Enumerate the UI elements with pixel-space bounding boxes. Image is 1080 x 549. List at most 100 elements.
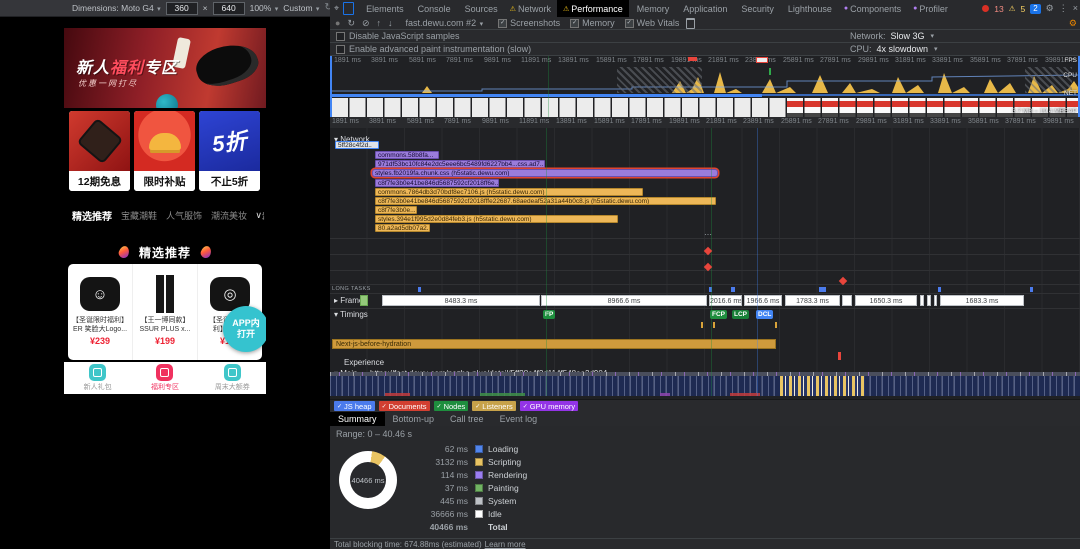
reload-record-icon[interactable]: ↻ (347, 19, 355, 28)
trash-icon[interactable] (686, 18, 695, 29)
checkbox-icon: ✓ (475, 403, 480, 410)
promo-banner[interactable]: 新人福利专区 优惠一网打尽 (64, 28, 266, 108)
paint-instrumentation-checkbox[interactable] (336, 45, 345, 54)
device-toggle-icon[interactable] (343, 2, 354, 15)
counter-chip[interactable]: ✓ Nodes (434, 401, 469, 411)
category-tab-active[interactable]: 精选推荐 (72, 208, 112, 223)
bottom-nav-item[interactable]: 福利专区 (131, 362, 198, 394)
promo-card[interactable]: 5折 不止5折 (199, 111, 260, 191)
network-request-bar[interactable]: c8f7fe3b0e41be846d5687592cf2018ff6e... (375, 179, 499, 187)
learn-more-link[interactable]: Learn more (485, 540, 526, 549)
timing-badge[interactable]: DCL (756, 310, 773, 319)
frame-segment[interactable]: 2016.6 ms (709, 295, 742, 306)
timing-badge[interactable]: FCP (710, 310, 727, 319)
capture-checkboxes: ✓ Screenshots ✓ Memory ✓ Web Vitals (498, 18, 679, 28)
record-icon[interactable]: ● (335, 19, 340, 28)
timings-track-header[interactable]: ▾ Timings (334, 310, 368, 319)
promo-card[interactable]: 限时补贴 (134, 111, 195, 191)
devtools-tab[interactable]: Elements (358, 0, 410, 17)
frame-segment[interactable]: 1783.3 ms (785, 295, 840, 306)
timeline-tracks[interactable]: ▾ Network 5ff28c4f2d..commons.58b8fa...9… (330, 128, 1080, 396)
network-request-bar[interactable]: commons.7864db3d70bdf8ec7106.js (h5stati… (375, 188, 643, 196)
capture-checkbox[interactable]: ✓ Screenshots (498, 18, 560, 28)
frame-segment[interactable]: 8966.6 ms (541, 295, 707, 306)
frame-segment[interactable]: 8483.3 ms (382, 295, 540, 306)
category-tab[interactable]: 宝藏潮鞋 (121, 209, 157, 222)
issues-badge[interactable]: 2 (1030, 4, 1040, 14)
disable-js-label: Disable JavaScript samples (349, 31, 460, 41)
throttle-select[interactable]: Custom ▾ (283, 3, 319, 13)
error-count[interactable]: 13 (994, 4, 1003, 14)
network-request-bar[interactable]: styles.394e1f995d2e0d84feb3.js (h5static… (375, 215, 618, 223)
details-tab[interactable]: Summary (330, 412, 385, 426)
product-item[interactable]: ☺ 【圣诞限时福利】 ER 笑脸大Logo... ¥239 (68, 264, 133, 360)
counter-chip[interactable]: ✓ Documents (379, 401, 430, 411)
frame-segment[interactable] (842, 295, 852, 306)
screenshot-filmstrip[interactable] (332, 98, 1080, 117)
hydration-timing-bar[interactable]: Next-js-before-hydration (332, 339, 776, 349)
save-profile-icon[interactable]: ↓ (388, 19, 393, 28)
timeline-overview[interactable]: 1891 ms3891 ms5891 ms7891 ms9891 ms11891… (330, 56, 1080, 117)
devtools-tab[interactable]: ⚠ Performance (557, 0, 629, 17)
load-profile-icon[interactable]: ↑ (377, 19, 382, 28)
devtools-tab[interactable]: Security (733, 0, 780, 17)
devtools-tab[interactable]: ● Components (838, 0, 907, 17)
close-icon[interactable]: × (1073, 4, 1078, 13)
devtools-tab[interactable]: ⚠ Network (504, 0, 557, 17)
frame-segment[interactable] (934, 295, 937, 306)
profile-select[interactable]: fast.dewu.com #2 ▾ (406, 18, 484, 28)
summary-pane: Range: 0 – 40.46 s 40466 ms 62 ms Loadin… (330, 426, 1080, 538)
bottom-nav-item[interactable]: 周末大额券 (199, 362, 266, 394)
frame-segment[interactable]: 1650.3 ms (855, 295, 917, 306)
settings-gear-icon[interactable]: ⚙ (1046, 4, 1054, 13)
frame-segment[interactable] (360, 295, 368, 306)
capture-checkbox[interactable]: ✓ Memory (570, 18, 615, 28)
timing-badge[interactable]: LCP (732, 310, 749, 319)
viewport-height-input[interactable] (213, 2, 245, 15)
network-request-bar[interactable]: 971df53bc10fc84e2dc5eee6bc5489fd6227bb4.… (375, 160, 545, 168)
open-in-app-button[interactable]: APP内 打开 (223, 306, 266, 352)
category-tab[interactable]: 人气服饰 (166, 209, 202, 222)
frame-segment[interactable]: 1966.6 ms (744, 295, 782, 306)
bottom-nav-item[interactable]: 新人礼包 (64, 362, 131, 394)
disable-js-checkbox[interactable] (336, 32, 345, 41)
frame-segment[interactable] (927, 295, 931, 306)
network-request-bar[interactable]: commons.58b8fa... (375, 151, 439, 159)
capture-settings-gear-icon[interactable]: ⚙ (1069, 19, 1077, 28)
warning-count[interactable]: 5 (1020, 4, 1025, 14)
cpu-throttle-select[interactable]: 4x slowdown (877, 44, 929, 54)
network-request-bar[interactable]: 5ff28c4f2d.. (335, 141, 379, 149)
experience-event-marker[interactable] (838, 352, 841, 360)
devtools-tab[interactable]: Lighthouse (780, 0, 838, 17)
frame-segment[interactable]: 1683.3 ms (940, 295, 1024, 306)
timing-badge[interactable]: FP (543, 310, 555, 319)
network-throttle-select[interactable]: Slow 3G (891, 31, 925, 41)
details-tab[interactable]: Bottom-up (385, 412, 443, 426)
more-options-icon[interactable]: ⋮ (1059, 4, 1068, 13)
network-request-bar[interactable]: c8f7fe3b0e... (375, 206, 417, 214)
capture-checkbox[interactable]: ✓ Web Vitals (625, 18, 680, 28)
details-tab[interactable]: Event log (492, 412, 546, 426)
devtools-tab[interactable]: Memory (629, 0, 676, 17)
inspect-element-icon[interactable]: ⌖ (330, 4, 343, 13)
network-request-bar[interactable]: 80.a2ad5db07a2... (375, 224, 430, 232)
zoom-select[interactable]: 100% ▾ (250, 3, 279, 13)
promo-card[interactable]: 12期免息 (69, 111, 130, 191)
devtools-tab[interactable]: Application (675, 0, 733, 17)
counter-chip[interactable]: ✓ Listeners (472, 401, 515, 411)
devtools-tab[interactable]: Console (410, 0, 457, 17)
main-thread-flamechart[interactable] (330, 372, 1080, 396)
device-dimensions-select[interactable]: Dimensions: Moto G4 ▾ (72, 3, 161, 13)
chevron-down-icon[interactable]: ∨ (252, 210, 262, 221)
counter-chip[interactable]: ✓ JS heap (334, 401, 375, 411)
frame-segment[interactable] (920, 295, 924, 306)
details-tab[interactable]: Call tree (442, 412, 492, 426)
network-request-bar[interactable]: styles.fb2019fa.chunk.css (h5static.dewu… (372, 169, 718, 177)
devtools-tab[interactable]: Sources (457, 0, 504, 17)
counter-chip[interactable]: ✓ GPU memory (520, 401, 578, 411)
viewport-width-input[interactable] (166, 2, 198, 15)
product-item[interactable]: 【王一博同款】 SSUR PLUS x... ¥199 (133, 264, 198, 360)
clear-icon[interactable]: ⊘ (362, 19, 370, 28)
devtools-tab[interactable]: ● Profiler (907, 0, 954, 17)
category-tab[interactable]: 潮流美妆 (211, 209, 247, 222)
